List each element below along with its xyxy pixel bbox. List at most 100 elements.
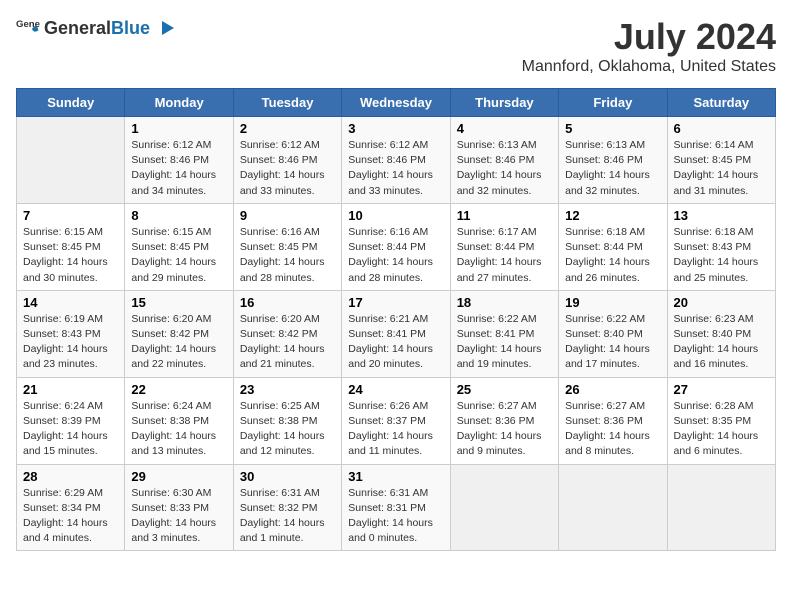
day-info: Sunrise: 6:16 AM Sunset: 8:44 PM Dayligh… bbox=[348, 225, 443, 286]
calendar-cell: 28Sunrise: 6:29 AM Sunset: 8:34 PM Dayli… bbox=[17, 464, 125, 551]
main-title: July 2024 bbox=[522, 16, 776, 58]
day-info: Sunrise: 6:24 AM Sunset: 8:39 PM Dayligh… bbox=[23, 399, 118, 460]
day-number: 12 bbox=[565, 208, 660, 223]
header-saturday: Saturday bbox=[667, 89, 775, 117]
calendar-cell: 18 Sunrise: 6:22 AM Sunset: 8:41 PM Dayli… bbox=[450, 290, 558, 377]
calendar-cell: 16 Sunrise: 6:20 AM Sunset: 8:42 PM Dayli… bbox=[233, 290, 341, 377]
day-info: Sunrise: 6:14 AM Sunset: 8:45 PM Dayligh… bbox=[674, 138, 769, 199]
calendar-table: SundayMondayTuesdayWednesdayThursdayFrid… bbox=[16, 88, 776, 551]
day-number: 20 bbox=[674, 295, 769, 310]
calendar-cell: 29 Sunrise: 6:30 AM Sunset: 8:33 PM Dayli… bbox=[125, 464, 233, 551]
day-info: Sunrise: 6:30 AM Sunset: 8:33 PM Dayligh… bbox=[131, 486, 226, 547]
calendar-cell bbox=[559, 464, 667, 551]
calendar-cell: 27 Sunrise: 6:28 AM Sunset: 8:35 PM Dayli… bbox=[667, 377, 775, 464]
day-info: Sunrise: 6:18 AM Sunset: 8:43 PM Dayligh… bbox=[674, 225, 769, 286]
day-number: 17 bbox=[348, 295, 443, 310]
calendar-cell: 6 Sunrise: 6:14 AM Sunset: 8:45 PM Daylig… bbox=[667, 117, 775, 204]
header-friday: Friday bbox=[559, 89, 667, 117]
calendar-cell: 5Sunrise: 6:13 AM Sunset: 8:46 PM Daylig… bbox=[559, 117, 667, 204]
day-number: 11 bbox=[457, 208, 552, 223]
day-info: Sunrise: 6:17 AM Sunset: 8:44 PM Dayligh… bbox=[457, 225, 552, 286]
day-number: 16 bbox=[240, 295, 335, 310]
calendar-cell: 2 Sunrise: 6:12 AM Sunset: 8:46 PM Daylig… bbox=[233, 117, 341, 204]
logo-blue: Blue bbox=[111, 18, 150, 39]
day-info: Sunrise: 6:31 AM Sunset: 8:31 PM Dayligh… bbox=[348, 486, 443, 547]
day-number: 7 bbox=[23, 208, 118, 223]
day-number: 10 bbox=[348, 208, 443, 223]
day-info: Sunrise: 6:16 AM Sunset: 8:45 PM Dayligh… bbox=[240, 225, 335, 286]
day-number: 1 bbox=[131, 121, 226, 136]
header-thursday: Thursday bbox=[450, 89, 558, 117]
day-number: 31 bbox=[348, 469, 443, 484]
logo-icon: General bbox=[16, 16, 40, 40]
day-number: 14 bbox=[23, 295, 118, 310]
calendar-cell: 15 Sunrise: 6:20 AM Sunset: 8:42 PM Dayli… bbox=[125, 290, 233, 377]
calendar-cell: 24 Sunrise: 6:26 AM Sunset: 8:37 PM Dayli… bbox=[342, 377, 450, 464]
day-number: 23 bbox=[240, 382, 335, 397]
day-info: Sunrise: 6:13 AM Sunset: 8:46 PM Dayligh… bbox=[457, 138, 552, 199]
day-info: Sunrise: 6:25 AM Sunset: 8:38 PM Dayligh… bbox=[240, 399, 335, 460]
calendar-cell: 13Sunrise: 6:18 AM Sunset: 8:43 PM Dayli… bbox=[667, 203, 775, 290]
calendar-header-row: SundayMondayTuesdayWednesdayThursdayFrid… bbox=[17, 89, 776, 117]
calendar-cell bbox=[450, 464, 558, 551]
logo-general: General bbox=[44, 18, 111, 39]
day-info: Sunrise: 6:12 AM Sunset: 8:46 PM Dayligh… bbox=[348, 138, 443, 199]
day-info: Sunrise: 6:15 AM Sunset: 8:45 PM Dayligh… bbox=[131, 225, 226, 286]
day-info: Sunrise: 6:23 AM Sunset: 8:40 PM Dayligh… bbox=[674, 312, 769, 373]
day-number: 29 bbox=[131, 469, 226, 484]
day-info: Sunrise: 6:29 AM Sunset: 8:34 PM Dayligh… bbox=[23, 486, 118, 547]
week-row-3: 14 Sunrise: 6:19 AM Sunset: 8:43 PM Dayli… bbox=[17, 290, 776, 377]
header-tuesday: Tuesday bbox=[233, 89, 341, 117]
calendar-cell: 22Sunrise: 6:24 AM Sunset: 8:38 PM Dayli… bbox=[125, 377, 233, 464]
calendar-cell: 7Sunrise: 6:15 AM Sunset: 8:45 PM Daylig… bbox=[17, 203, 125, 290]
week-row-2: 7 Sunrise: 6:15 AM Sunset: 8:45 PM Daylig… bbox=[17, 203, 776, 290]
calendar-cell bbox=[667, 464, 775, 551]
day-number: 3 bbox=[348, 121, 443, 136]
day-number: 25 bbox=[457, 382, 552, 397]
title-area: July 2024 Mannford, Oklahoma, United Sta… bbox=[522, 16, 776, 76]
calendar-cell: 8Sunrise: 6:15 AM Sunset: 8:45 PM Daylig… bbox=[125, 203, 233, 290]
day-number: 15 bbox=[131, 295, 226, 310]
day-info: Sunrise: 6:22 AM Sunset: 8:41 PM Dayligh… bbox=[457, 312, 552, 373]
day-number: 24 bbox=[348, 382, 443, 397]
header-wednesday: Wednesday bbox=[342, 89, 450, 117]
day-info: Sunrise: 6:31 AM Sunset: 8:32 PM Dayligh… bbox=[240, 486, 335, 547]
week-row-4: 21 Sunrise: 6:24 AM Sunset: 8:39 PM Dayli… bbox=[17, 377, 776, 464]
day-number: 5 bbox=[565, 121, 660, 136]
day-info: Sunrise: 6:12 AM Sunset: 8:46 PM Dayligh… bbox=[240, 138, 335, 199]
subtitle: Mannford, Oklahoma, United States bbox=[522, 58, 776, 76]
calendar-cell: 31 Sunrise: 6:31 AM Sunset: 8:31 PM Dayli… bbox=[342, 464, 450, 551]
header-monday: Monday bbox=[125, 89, 233, 117]
week-row-5: 28Sunrise: 6:29 AM Sunset: 8:34 PM Dayli… bbox=[17, 464, 776, 551]
day-number: 18 bbox=[457, 295, 552, 310]
day-number: 4 bbox=[457, 121, 552, 136]
day-number: 30 bbox=[240, 469, 335, 484]
logo: General GeneralBlue bbox=[16, 16, 176, 40]
calendar-cell: 25 Sunrise: 6:27 AM Sunset: 8:36 PM Dayli… bbox=[450, 377, 558, 464]
day-number: 21 bbox=[23, 382, 118, 397]
day-info: Sunrise: 6:12 AM Sunset: 8:46 PM Dayligh… bbox=[131, 138, 226, 199]
day-info: Sunrise: 6:24 AM Sunset: 8:38 PM Dayligh… bbox=[131, 399, 226, 460]
calendar-cell: 10 Sunrise: 6:16 AM Sunset: 8:44 PM Dayli… bbox=[342, 203, 450, 290]
day-number: 6 bbox=[674, 121, 769, 136]
day-info: Sunrise: 6:26 AM Sunset: 8:37 PM Dayligh… bbox=[348, 399, 443, 460]
day-info: Sunrise: 6:21 AM Sunset: 8:41 PM Dayligh… bbox=[348, 312, 443, 373]
day-number: 2 bbox=[240, 121, 335, 136]
calendar-cell: 19Sunrise: 6:22 AM Sunset: 8:40 PM Dayli… bbox=[559, 290, 667, 377]
day-number: 9 bbox=[240, 208, 335, 223]
day-info: Sunrise: 6:19 AM Sunset: 8:43 PM Dayligh… bbox=[23, 312, 118, 373]
calendar-cell: 1 Sunrise: 6:12 AM Sunset: 8:46 PM Daylig… bbox=[125, 117, 233, 204]
calendar-cell: 4 Sunrise: 6:13 AM Sunset: 8:46 PM Daylig… bbox=[450, 117, 558, 204]
calendar-cell: 9 Sunrise: 6:16 AM Sunset: 8:45 PM Daylig… bbox=[233, 203, 341, 290]
header: General GeneralBlue July 2024 Mannford, … bbox=[16, 16, 776, 76]
week-row-1: 1 Sunrise: 6:12 AM Sunset: 8:46 PM Daylig… bbox=[17, 117, 776, 204]
header-sunday: Sunday bbox=[17, 89, 125, 117]
day-info: Sunrise: 6:20 AM Sunset: 8:42 PM Dayligh… bbox=[240, 312, 335, 373]
calendar-cell: 23 Sunrise: 6:25 AM Sunset: 8:38 PM Dayli… bbox=[233, 377, 341, 464]
calendar-cell: 3 Sunrise: 6:12 AM Sunset: 8:46 PM Daylig… bbox=[342, 117, 450, 204]
day-number: 27 bbox=[674, 382, 769, 397]
day-info: Sunrise: 6:20 AM Sunset: 8:42 PM Dayligh… bbox=[131, 312, 226, 373]
day-info: Sunrise: 6:27 AM Sunset: 8:36 PM Dayligh… bbox=[457, 399, 552, 460]
day-info: Sunrise: 6:28 AM Sunset: 8:35 PM Dayligh… bbox=[674, 399, 769, 460]
day-info: Sunrise: 6:22 AM Sunset: 8:40 PM Dayligh… bbox=[565, 312, 660, 373]
